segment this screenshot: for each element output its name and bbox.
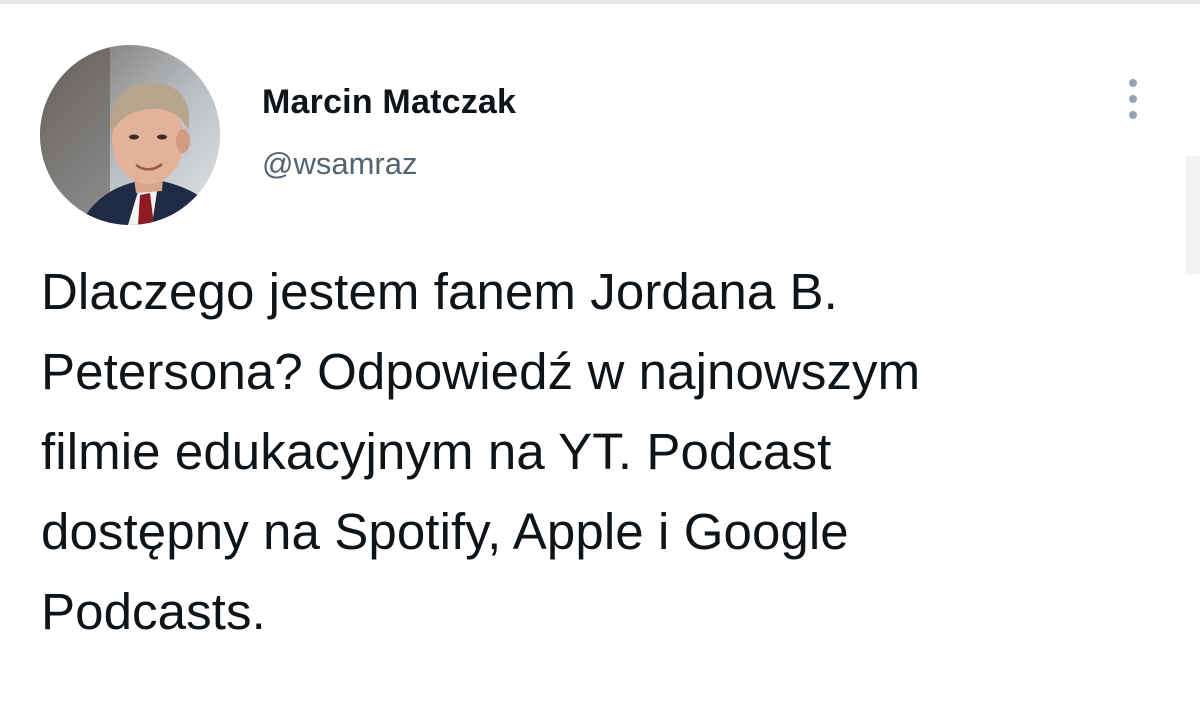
author-display-name[interactable]: Marcin Matczak bbox=[262, 80, 516, 124]
more-dot bbox=[1129, 95, 1137, 103]
more-dot bbox=[1129, 79, 1137, 87]
avatar-photo bbox=[40, 45, 220, 225]
author-handle[interactable]: @wsamraz bbox=[262, 144, 516, 184]
author-block: Marcin Matczak @wsamraz bbox=[262, 80, 516, 184]
tweet-text: Dlaczego jestem fanem Jordana B. Peterso… bbox=[41, 263, 921, 640]
more-dot bbox=[1129, 111, 1137, 119]
author-avatar[interactable] bbox=[40, 45, 220, 225]
more-options-button[interactable] bbox=[1116, 74, 1150, 124]
tweet-card: Marcin Matczak @wsamraz Dlaczego jestem … bbox=[0, 0, 1200, 701]
